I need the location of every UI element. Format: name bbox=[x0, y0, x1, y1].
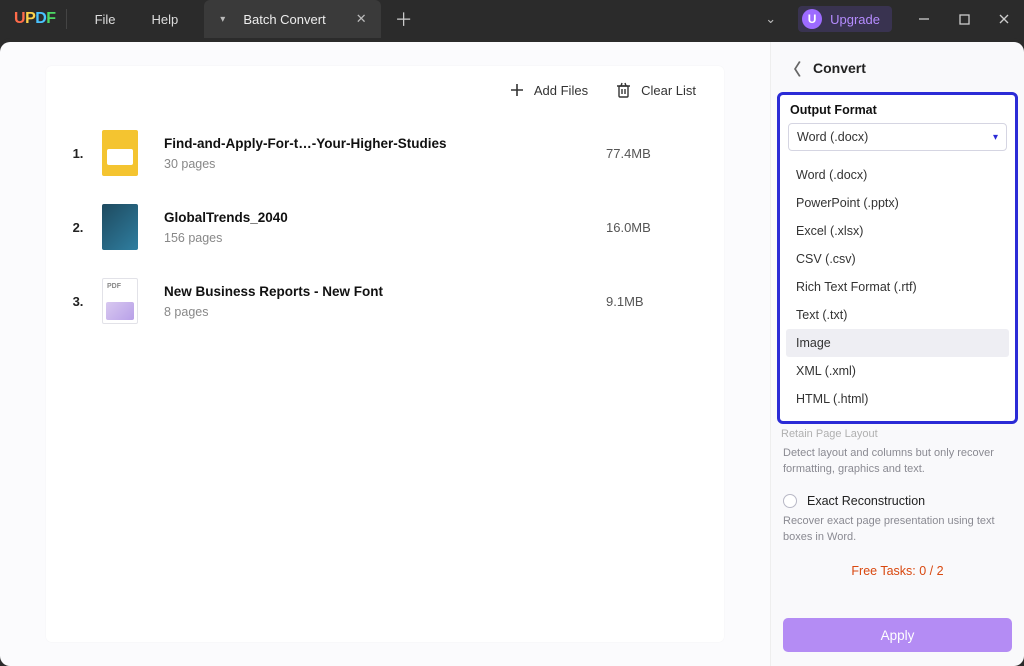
file-name: New Business Reports - New Font bbox=[164, 284, 594, 299]
list-item[interactable]: 3. PDF New Business Reports - New Font 8… bbox=[56, 264, 706, 338]
maximize-icon bbox=[959, 14, 970, 25]
free-tasks-counter: Free Tasks: 0 / 2 bbox=[771, 556, 1024, 584]
menu-file[interactable]: File bbox=[77, 0, 134, 38]
plus-icon bbox=[510, 83, 524, 97]
tab-label: Batch Convert bbox=[243, 12, 325, 27]
minimize-icon bbox=[918, 13, 930, 25]
clear-list-label: Clear List bbox=[641, 83, 696, 98]
file-pages: 156 pages bbox=[164, 231, 594, 245]
file-pages: 8 pages bbox=[164, 305, 594, 319]
titlebar: UPDF File Help ▾ Batch Convert ✕ ＋ ⌄ U U… bbox=[0, 0, 1024, 38]
format-option[interactable]: CSV (.csv) bbox=[786, 245, 1009, 273]
format-option[interactable]: Excel (.xlsx) bbox=[786, 217, 1009, 245]
file-name: GlobalTrends_2040 bbox=[164, 210, 594, 225]
close-icon bbox=[998, 13, 1010, 25]
format-option[interactable]: Word (.docx) bbox=[786, 161, 1009, 189]
layout-description: Detect layout and columns but only recov… bbox=[771, 444, 1024, 488]
list-item[interactable]: 1. Find-and-Apply-For-t…-Your-Higher-Stu… bbox=[56, 116, 706, 190]
main-panel: Add Files Clear List 1. Find-and-Apply-F… bbox=[0, 42, 770, 666]
file-size: 16.0MB bbox=[606, 220, 696, 235]
add-files-button[interactable]: Add Files bbox=[510, 83, 588, 98]
upgrade-button[interactable]: U Upgrade bbox=[798, 6, 892, 32]
format-option[interactable]: Rich Text Format (.rtf) bbox=[786, 273, 1009, 301]
new-tab-button[interactable]: ＋ bbox=[381, 0, 427, 38]
format-option[interactable]: PowerPoint (.pptx) bbox=[786, 189, 1009, 217]
format-option[interactable]: Text (.txt) bbox=[786, 301, 1009, 329]
output-format-label: Output Format bbox=[780, 95, 1015, 123]
maximize-button[interactable] bbox=[944, 0, 984, 38]
tab-batch-convert[interactable]: ▾ Batch Convert ✕ bbox=[204, 0, 380, 38]
row-index: 3. bbox=[66, 294, 90, 309]
format-options-list: Word (.docx)PowerPoint (.pptx)Excel (.xl… bbox=[780, 157, 1015, 421]
close-icon[interactable]: ✕ bbox=[352, 11, 371, 27]
add-files-label: Add Files bbox=[534, 83, 588, 98]
chevron-down-icon[interactable]: ⌄ bbox=[743, 11, 798, 27]
exact-description: Recover exact page presentation using te… bbox=[771, 512, 1024, 556]
format-option[interactable]: HTML (.html) bbox=[786, 385, 1009, 413]
chevron-down-icon: ▾ bbox=[993, 132, 998, 143]
convert-panel: 〈 Convert Output Format Word (.docx) ▾ W… bbox=[770, 42, 1024, 666]
exact-reconstruction-option[interactable]: Exact Reconstruction bbox=[771, 488, 1024, 512]
trash-icon bbox=[616, 82, 631, 98]
file-toolbar: Add Files Clear List bbox=[46, 66, 724, 108]
clear-list-button[interactable]: Clear List bbox=[616, 82, 696, 98]
row-index: 1. bbox=[66, 146, 90, 161]
output-format-box: Output Format Word (.docx) ▾ Word (.docx… bbox=[777, 92, 1018, 424]
cutoff-option-text: Retain Page Layout bbox=[781, 428, 1014, 440]
file-name: Find-and-Apply-For-t…-Your-Higher-Studie… bbox=[164, 136, 594, 151]
divider bbox=[66, 9, 67, 29]
app-logo: UPDF bbox=[14, 10, 56, 28]
file-pages: 30 pages bbox=[164, 157, 594, 171]
exact-reconstruction-label: Exact Reconstruction bbox=[807, 494, 925, 508]
file-thumbnail bbox=[102, 204, 138, 250]
file-size: 9.1MB bbox=[606, 294, 696, 309]
pdf-badge: PDF bbox=[107, 283, 121, 290]
output-format-select[interactable]: Word (.docx) ▾ bbox=[788, 123, 1007, 151]
upgrade-label: Upgrade bbox=[830, 12, 880, 27]
file-thumbnail bbox=[102, 130, 138, 176]
apply-label: Apply bbox=[881, 628, 915, 643]
back-icon[interactable]: 〈 bbox=[783, 56, 803, 80]
list-item[interactable]: 2. GlobalTrends_2040 156 pages 16.0MB bbox=[56, 190, 706, 264]
minimize-button[interactable] bbox=[904, 0, 944, 38]
format-option[interactable]: Image bbox=[786, 329, 1009, 357]
menu-help[interactable]: Help bbox=[134, 0, 197, 38]
file-size: 77.4MB bbox=[606, 146, 696, 161]
file-list: 1. Find-and-Apply-For-t…-Your-Higher-Stu… bbox=[46, 108, 724, 338]
chevron-down-icon[interactable]: ▾ bbox=[220, 14, 225, 25]
apply-button[interactable]: Apply bbox=[783, 618, 1012, 652]
file-thumbnail: PDF bbox=[102, 278, 138, 324]
upgrade-badge: U bbox=[802, 9, 822, 29]
radio-icon bbox=[783, 494, 797, 508]
panel-title: Convert bbox=[813, 60, 866, 76]
format-option[interactable]: XML (.xml) bbox=[786, 357, 1009, 385]
row-index: 2. bbox=[66, 220, 90, 235]
close-window-button[interactable] bbox=[984, 0, 1024, 38]
selected-format: Word (.docx) bbox=[797, 130, 868, 144]
